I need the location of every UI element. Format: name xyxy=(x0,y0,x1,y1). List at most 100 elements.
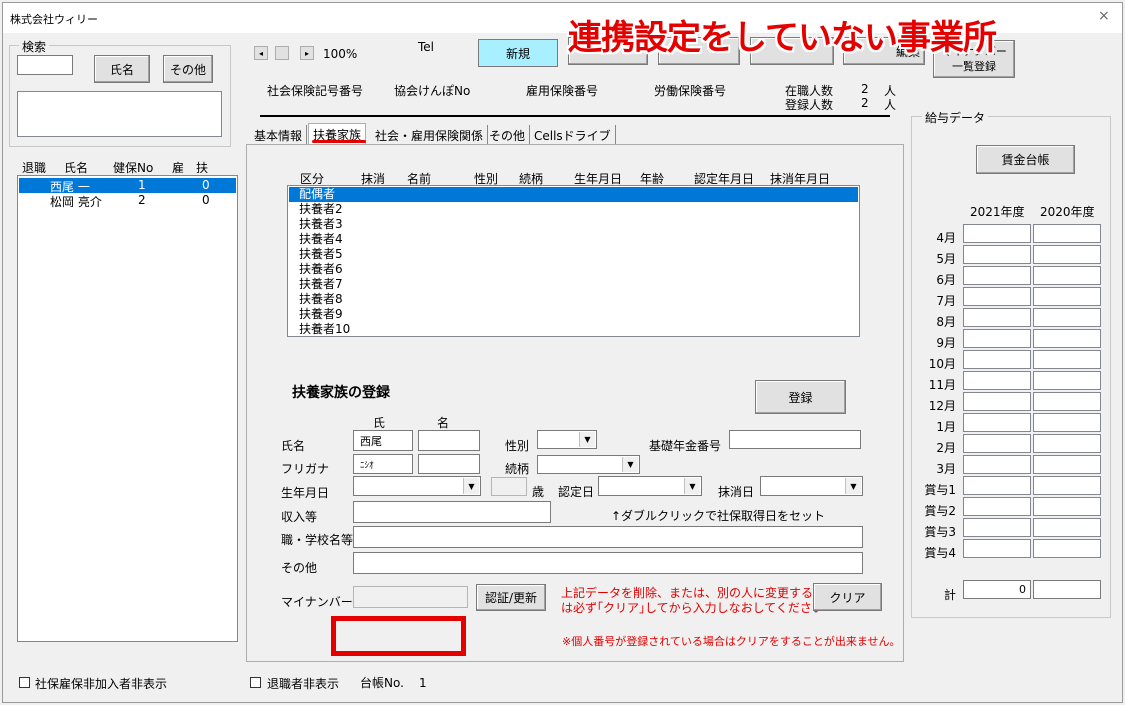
month-label: 4月 xyxy=(936,231,956,245)
search-by-name-button[interactable]: 氏名 xyxy=(94,55,150,83)
list-item[interactable]: 扶養者7 xyxy=(289,277,343,292)
salary-2021-cell[interactable] xyxy=(963,371,1031,390)
record-position-box[interactable] xyxy=(275,46,289,60)
gender-select[interactable]: ▼ xyxy=(537,430,597,449)
new-button[interactable]: 新規 xyxy=(478,39,558,67)
salary-2021-cell[interactable] xyxy=(963,518,1031,537)
hide-retired-checkbox[interactable] xyxy=(250,677,261,688)
list-item[interactable]: 扶養者9 xyxy=(289,307,343,322)
salary-2021-cell[interactable] xyxy=(963,476,1031,495)
rodo-number-label: 労働保険番号 xyxy=(654,84,727,98)
month-label: 10月 xyxy=(928,357,956,371)
salary-2021-cell[interactable] xyxy=(963,455,1031,474)
relation-select[interactable]: ▼ xyxy=(537,455,640,474)
salary-2021-cell[interactable] xyxy=(963,287,1031,306)
clear-button[interactable]: クリア xyxy=(813,583,882,611)
last-name-field[interactable]: 西尾 xyxy=(353,430,413,451)
salary-2020-cell[interactable] xyxy=(1033,266,1101,285)
salary-2020-cell[interactable] xyxy=(1033,224,1101,243)
search-group-label: 検索 xyxy=(19,38,50,55)
first-name-field[interactable] xyxy=(418,430,480,451)
search-other-button[interactable]: その他 xyxy=(163,55,213,83)
salary-2020-cell[interactable] xyxy=(1033,350,1101,369)
prev-record-icon[interactable]: ◂ xyxy=(254,46,268,60)
pension-number-field[interactable] xyxy=(729,430,861,449)
ledger-no-value: 1 xyxy=(419,676,427,690)
income-field[interactable] xyxy=(353,501,551,523)
salary-2020-cell[interactable] xyxy=(1033,392,1101,411)
salary-2021-cell[interactable] xyxy=(963,434,1031,453)
salary-2020-cell[interactable] xyxy=(1033,518,1101,537)
month-label: 賞与4 xyxy=(924,546,956,560)
nintei-date-select[interactable]: ▼ xyxy=(598,476,702,496)
other-field[interactable] xyxy=(353,552,863,574)
list-item[interactable]: 扶養者3 xyxy=(289,217,343,232)
register-button[interactable]: 登録 xyxy=(755,380,846,414)
close-icon[interactable]: × xyxy=(1098,8,1110,24)
zoom-level: 100% xyxy=(323,47,358,61)
employee-name: 松岡 亮介 xyxy=(50,195,102,209)
salary-2021-cell[interactable] xyxy=(963,329,1031,348)
kyokai-number-label: 協会けんぽNo xyxy=(394,84,471,98)
job-school-field[interactable] xyxy=(353,526,863,548)
list-item[interactable]: 松岡 亮介 2 0 xyxy=(19,193,236,209)
furigana-last-field[interactable]: ﾆｼｵ xyxy=(353,454,413,474)
list-item[interactable]: 扶養者6 xyxy=(289,262,343,277)
salary-2021-cell[interactable] xyxy=(963,539,1031,558)
salary-2021-cell[interactable] xyxy=(963,350,1031,369)
massho-date-select[interactable]: ▼ xyxy=(760,476,863,496)
salary-2021-cell[interactable] xyxy=(963,308,1031,327)
salary-2020-cell[interactable] xyxy=(1033,371,1101,390)
warning-line2: は必ず｢クリア｣してから入力しなおしてください⇒⇒ xyxy=(561,601,845,615)
salary-2020-cell[interactable] xyxy=(1033,308,1101,327)
salary-2020-cell[interactable] xyxy=(1033,455,1101,474)
list-item[interactable]: 扶養者8 xyxy=(289,292,343,307)
search-input[interactable] xyxy=(17,55,73,75)
hide-unenrolled-checkbox[interactable] xyxy=(19,677,30,688)
furigana-first-field[interactable] xyxy=(418,454,480,474)
list-item[interactable]: 扶養者5 xyxy=(289,247,343,262)
salary-2021-cell[interactable] xyxy=(963,245,1031,264)
salary-2021-cell[interactable] xyxy=(963,497,1031,516)
next-record-icon[interactable]: ▸ xyxy=(300,46,314,60)
employee-list[interactable]: 西尾 一 1 0 松岡 亮介 2 0 xyxy=(17,175,238,642)
salary-2020-cell[interactable] xyxy=(1033,476,1101,495)
tab-other[interactable]: その他 xyxy=(485,125,531,145)
salary-2021-cell[interactable] xyxy=(963,266,1031,285)
salary-2020-cell[interactable] xyxy=(1033,413,1101,432)
col-mei-label: 名 xyxy=(437,416,450,430)
month-label: 12月 xyxy=(928,399,956,413)
list-item[interactable]: 配偶者 xyxy=(289,187,858,202)
tab-basic-info[interactable]: 基本情報 xyxy=(250,125,308,145)
salary-2020-cell[interactable] xyxy=(1033,245,1101,264)
list-item[interactable]: 西尾 一 1 0 xyxy=(19,178,236,194)
salary-2020-cell[interactable] xyxy=(1033,329,1101,348)
month-label: 賞与2 xyxy=(924,504,956,518)
salary-2020-cell[interactable] xyxy=(1033,287,1101,306)
month-label: 6月 xyxy=(936,273,956,287)
birth-label: 生年月日 xyxy=(281,486,330,500)
year-2021-header: 2021年度 xyxy=(970,205,1025,219)
hide-unenrolled-label: 社保雇保非加入者非表示 xyxy=(35,677,168,691)
job-school-label: 職・学校名等 xyxy=(281,533,354,547)
tab-cells-drive[interactable]: Cellsドライブ xyxy=(530,125,616,145)
salary-2021-cell[interactable] xyxy=(963,224,1031,243)
salary-2020-cell[interactable] xyxy=(1033,539,1101,558)
list-header-koyo: 雇 xyxy=(172,161,185,175)
search-results-box[interactable] xyxy=(17,91,222,137)
list-item[interactable]: 扶養者10 xyxy=(289,322,350,337)
salary-2020-cell[interactable] xyxy=(1033,434,1101,453)
salary-2021-cell[interactable] xyxy=(963,392,1031,411)
chevron-down-icon: ▼ xyxy=(463,478,479,494)
toroku-value: 2 xyxy=(861,96,869,110)
tab-insurance[interactable]: 社会・雇用保険関係 xyxy=(371,125,489,145)
list-item[interactable]: 扶養者2 xyxy=(289,202,343,217)
list-item[interactable]: 扶養者4 xyxy=(289,232,343,247)
birth-date-select[interactable]: ▼ xyxy=(353,476,481,496)
salary-2021-cell[interactable] xyxy=(963,413,1031,432)
dependents-list[interactable]: 配偶者 扶養者2 扶養者3 扶養者4 扶養者5 扶養者6 扶養者7 扶養者8 扶… xyxy=(287,185,860,337)
employee-dependents: 0 xyxy=(202,193,210,207)
wage-ledger-button[interactable]: 賃金台帳 xyxy=(976,145,1075,174)
salary-2020-cell[interactable] xyxy=(1033,497,1101,516)
auth-update-button[interactable]: 認証/更新 xyxy=(476,584,546,611)
